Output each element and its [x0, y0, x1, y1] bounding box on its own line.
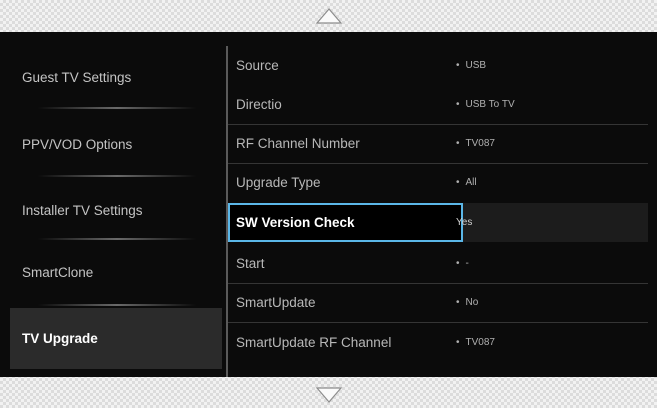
setting-value: • TV087: [456, 323, 495, 362]
settings-panel: Guest TV Settings PPV/VOD Options Instal…: [0, 32, 657, 377]
setting-row-smartupdate-rf-channel[interactable]: SmartUpdate RF Channel • TV087: [228, 323, 648, 362]
scroll-down-arrow-icon[interactable]: [315, 386, 343, 406]
setting-label: Upgrade Type: [236, 175, 321, 190]
setting-value-text: TV087: [465, 138, 495, 149]
setting-row-direction[interactable]: Directio • USB To TV: [228, 85, 648, 124]
setting-value: • TV087: [456, 124, 495, 163]
setting-row-rf-channel-number[interactable]: RF Channel Number • TV087: [228, 124, 648, 163]
setting-value-text: -: [465, 258, 469, 269]
focus-highlight: SW Version Check: [228, 203, 463, 242]
setting-label: SmartUpdate RF Channel: [236, 335, 392, 350]
setting-value: • USB To TV: [456, 85, 515, 124]
setting-value-text: TV087: [465, 337, 495, 348]
setting-label: Source: [236, 58, 279, 73]
menu-item-label: Guest TV Settings: [22, 69, 132, 85]
scroll-up-arrow-icon[interactable]: [315, 5, 343, 25]
bullet-icon: •: [456, 138, 460, 149]
setting-value-text: No: [465, 297, 479, 308]
bullet-icon: •: [456, 337, 460, 348]
bullet-icon: •: [456, 177, 460, 188]
setting-value: • All: [456, 163, 477, 202]
setting-label: SmartUpdate: [236, 295, 316, 310]
menu-item-guest-tv-settings[interactable]: Guest TV Settings: [10, 47, 222, 107]
setting-label: RF Channel Number: [236, 136, 360, 151]
setting-value-text: Yes: [456, 217, 473, 228]
setting-value: • USB: [456, 46, 486, 85]
setting-value: • No: [456, 283, 478, 322]
setting-value-text: All: [465, 177, 477, 188]
menu-divider: [38, 238, 196, 240]
menu-item-label: Installer TV Settings: [22, 202, 143, 218]
setting-value-text: USB To TV: [465, 99, 515, 110]
menu-item-label: TV Upgrade: [22, 331, 98, 346]
setting-label: Directio: [236, 97, 282, 112]
focused-value-background: [463, 203, 648, 242]
bullet-icon: •: [456, 297, 460, 308]
setting-label: SW Version Check: [236, 215, 355, 230]
menu-item-label: PPV/VOD Options: [22, 136, 133, 152]
setting-value-text: USB: [465, 60, 487, 71]
menu-item-tv-upgrade[interactable]: TV Upgrade: [10, 308, 222, 369]
menu-item-ppv-vod-options[interactable]: PPV/VOD Options: [10, 114, 222, 174]
menu-item-label: SmartClone: [22, 264, 94, 280]
setting-row-start[interactable]: Start • -: [228, 244, 648, 283]
bullet-icon: •: [456, 60, 460, 71]
menu-divider: [38, 107, 196, 109]
bullet-icon: •: [456, 258, 460, 269]
category-menu: Guest TV Settings PPV/VOD Options Instal…: [0, 32, 226, 377]
menu-item-smartclone[interactable]: SmartClone: [10, 242, 222, 302]
menu-divider: [38, 304, 196, 306]
menu-divider: [38, 175, 196, 177]
menu-item-installer-tv-settings[interactable]: Installer TV Settings: [10, 180, 222, 240]
setting-row-upgrade-type[interactable]: Upgrade Type • All: [228, 163, 648, 202]
setting-value: Yes: [456, 203, 472, 242]
setting-row-sw-version-check[interactable]: SW Version Check Yes: [228, 203, 648, 242]
setting-value: • -: [456, 244, 469, 283]
setting-label: Start: [236, 256, 265, 271]
setting-row-smartupdate[interactable]: SmartUpdate • No: [228, 283, 648, 322]
bullet-icon: •: [456, 99, 460, 110]
setting-row-source[interactable]: Source • USB: [228, 46, 648, 85]
